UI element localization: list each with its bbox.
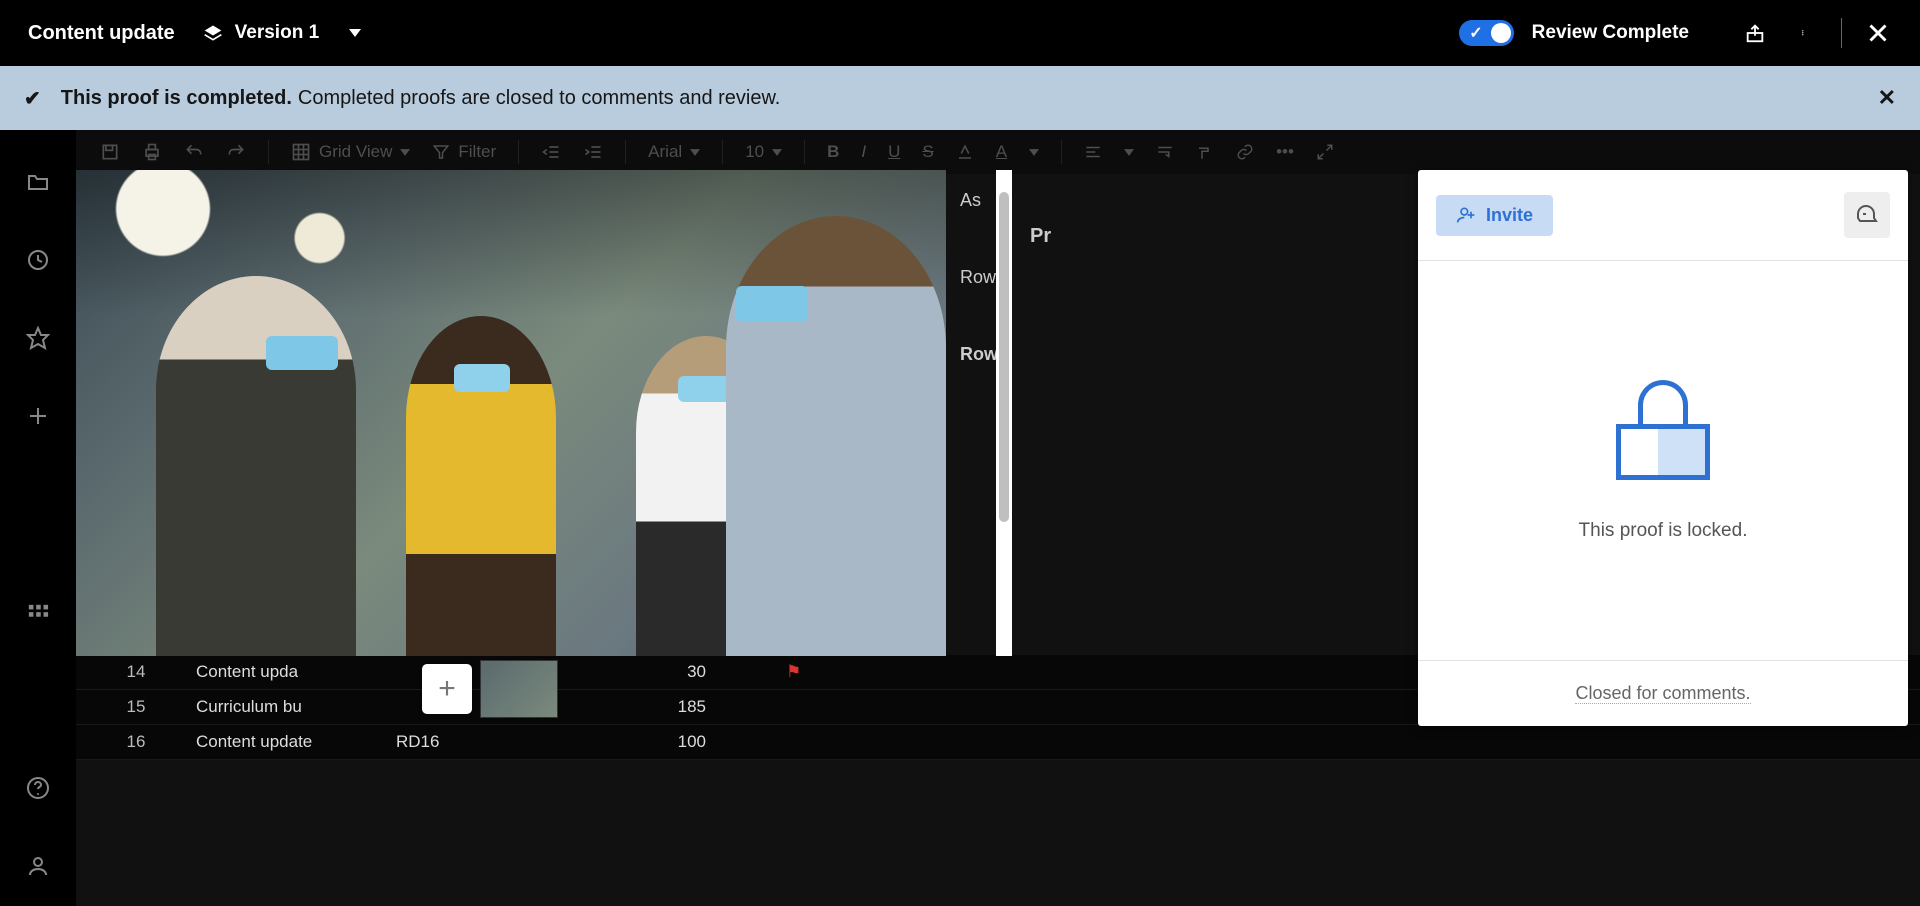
textcolor-icon: A <box>996 142 1007 162</box>
filter-button: Filter <box>432 142 496 162</box>
fontsize-selector: 10 <box>745 142 782 162</box>
folder-icon[interactable] <box>26 170 50 194</box>
left-nav-rail <box>0 130 76 906</box>
add-icon[interactable] <box>26 404 50 428</box>
wrap-icon <box>1156 143 1174 161</box>
redo-icon <box>226 142 246 162</box>
banner-text: Completed proofs are closed to comments … <box>298 87 780 110</box>
account-icon[interactable] <box>26 854 50 878</box>
feedback-button[interactable] <box>1844 192 1890 238</box>
image-person <box>406 316 556 656</box>
strike-icon: S <box>922 142 933 162</box>
proof-side-panel: Invite This proof is locked. Closed for … <box>1418 170 1908 726</box>
version-label: Version 1 <box>235 22 320 44</box>
bold-icon: B <box>827 142 839 162</box>
image-person <box>156 276 356 656</box>
font-selector: Arial <box>648 142 700 162</box>
link-icon <box>1236 143 1254 161</box>
review-complete-toggle[interactable]: ✓ <box>1459 20 1513 46</box>
version-stack-icon <box>203 23 223 43</box>
outdent-icon <box>541 142 561 162</box>
proof-image-viewer[interactable] <box>76 170 946 656</box>
close-button[interactable] <box>1864 19 1892 47</box>
scrollbar-thumb[interactable] <box>999 192 1009 522</box>
invite-label: Invite <box>1486 205 1533 226</box>
save-icon <box>100 142 120 162</box>
toggle-knob <box>1491 23 1511 43</box>
help-icon[interactable] <box>26 776 50 800</box>
side-panel-header: Invite <box>1418 170 1908 260</box>
check-icon: ✔ <box>24 86 41 111</box>
proof-topbar: Content update Version 1 ✓ Review Comple… <box>0 0 1920 66</box>
view-selector: Grid View <box>291 142 410 162</box>
align-icon <box>1084 143 1102 161</box>
side-panel-body: This proof is locked. <box>1418 261 1908 660</box>
background-column-pr: Pr <box>1030 225 1051 248</box>
more-menu-button[interactable] <box>1791 19 1819 47</box>
banner-close-button[interactable]: ✕ <box>1878 85 1896 111</box>
version-selector[interactable]: Version 1 <box>203 22 362 44</box>
italic-icon: I <box>861 142 866 162</box>
add-version-button[interactable]: + <box>422 664 472 714</box>
apps-icon[interactable] <box>26 602 50 626</box>
image-person <box>726 216 946 656</box>
more-icon: ••• <box>1276 142 1294 162</box>
format-icon <box>1196 143 1214 161</box>
caret-down-icon <box>349 29 361 37</box>
favorites-icon[interactable] <box>26 326 50 350</box>
background-column-headers: As Row Row <box>960 190 998 365</box>
background-sheet-toolbar: Grid View Filter Arial 10 B I U S A ••• <box>0 130 1920 174</box>
proof-completed-banner: ✔ This proof is completed. Completed pro… <box>0 66 1920 130</box>
expand-icon <box>1316 143 1334 161</box>
divider <box>1841 18 1842 48</box>
print-icon <box>142 142 162 162</box>
indent-icon <box>583 142 603 162</box>
share-button[interactable] <box>1741 19 1769 47</box>
version-thumbnail[interactable] <box>480 660 558 718</box>
lock-icon <box>1616 380 1710 480</box>
underline-icon: U <box>888 142 900 162</box>
grid-row: 16 Content update RD16 100 <box>76 725 1920 760</box>
banner-bold-text: This proof is completed. <box>61 87 292 110</box>
closed-for-comments-text: Closed for comments. <box>1575 683 1750 704</box>
recents-icon[interactable] <box>26 248 50 272</box>
image-scrollbar[interactable] <box>996 170 1012 656</box>
undo-icon <box>184 142 204 162</box>
side-panel-footer: Closed for comments. <box>1418 660 1908 726</box>
proof-title: Content update <box>28 22 175 45</box>
invite-button[interactable]: Invite <box>1436 195 1553 236</box>
flag-icon: ⚑ <box>786 662 801 682</box>
locked-text: This proof is locked. <box>1579 520 1748 542</box>
review-complete-label: Review Complete <box>1532 22 1689 44</box>
check-icon: ✓ <box>1469 23 1482 43</box>
fill-icon <box>956 143 974 161</box>
